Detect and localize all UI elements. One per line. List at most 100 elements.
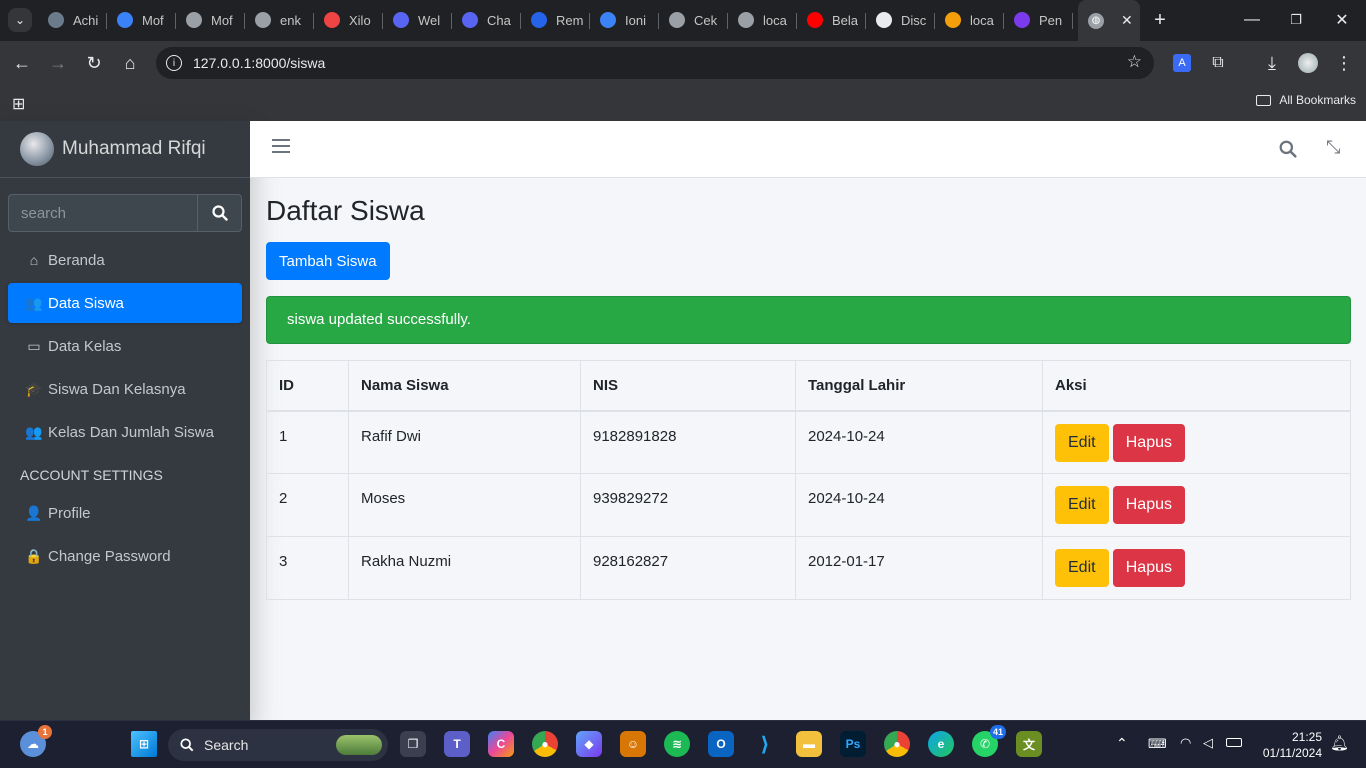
all-bookmarks-button[interactable]: All Bookmarks [1256, 93, 1356, 107]
profile-avatar[interactable] [1296, 51, 1320, 75]
vscode-icon[interactable]: ⟩ [752, 731, 778, 757]
extensions-icon[interactable]: ⧉ [1206, 51, 1230, 75]
chrome-icon[interactable]: ● [532, 731, 558, 757]
keyboard-icon[interactable]: ⌨ [1148, 736, 1167, 752]
browser-tab[interactable]: Wel [383, 4, 452, 36]
tab-separator [1072, 13, 1073, 29]
edge-icon[interactable]: e [928, 731, 954, 757]
browser-tab[interactable]: Mof [176, 4, 245, 36]
sidebar-item-data-kelas[interactable]: ▭ Data Kelas [8, 326, 242, 366]
chrome-profile-icon[interactable]: ● [884, 731, 910, 757]
file-explorer-icon[interactable]: ▬ [796, 731, 822, 757]
url-text: 127.0.0.1:8000/siswa [193, 55, 326, 71]
edit-button[interactable]: Edit [1055, 423, 1109, 462]
cell-nis: 928162827 [580, 536, 796, 600]
game-icon[interactable]: ☺ [620, 731, 646, 757]
close-window-icon[interactable]: ✕ [1330, 8, 1354, 32]
wifi-icon[interactable]: ◠ [1180, 735, 1191, 751]
sidebar-item-beranda[interactable]: ⌂ Beranda [8, 240, 242, 280]
clock[interactable]: 21:25 01/11/2024 [1263, 729, 1322, 761]
user-panel[interactable]: Muhammad Rifqi [0, 121, 250, 178]
youtube-icon [807, 12, 823, 28]
start-icon[interactable]: ⊞ [131, 731, 157, 757]
back-icon[interactable]: ← [10, 51, 34, 75]
sidebar-item-profile[interactable]: 👤 Profile [8, 493, 242, 533]
close-tab-icon[interactable]: ✕ [1121, 12, 1133, 29]
tray-chevron-icon[interactable]: ⌃ [1116, 735, 1128, 752]
browser-tab[interactable]: loca [728, 4, 797, 36]
apps-grid-icon[interactable]: ⊞ [12, 94, 25, 114]
photoshop-icon[interactable]: Ps [840, 731, 866, 757]
battery-icon[interactable] [1226, 738, 1242, 747]
avatar [20, 132, 54, 166]
laravel-icon [738, 12, 754, 28]
download-icon[interactable]: ⤓ [1260, 51, 1284, 75]
fullscreen-icon[interactable]: ⤡ [1326, 137, 1340, 158]
browser-tab[interactable]: Rem [521, 4, 590, 36]
sidebar-nav: ⌂ Beranda 👥 Data Siswa ▭ Data Kelas 🎓 Si… [8, 240, 242, 579]
browser-tab[interactable]: Cha [452, 4, 521, 36]
spotify-icon[interactable]: ≋ [664, 731, 690, 757]
column-header-nis: NIS [580, 360, 796, 412]
menu-icon[interactable]: ⋮ [1332, 51, 1356, 75]
outlook-icon[interactable]: O [708, 731, 734, 757]
taskbar-search[interactable]: Search [168, 729, 388, 761]
browser-tab[interactable]: Disc [866, 4, 935, 36]
home-icon[interactable]: ⌂ [118, 51, 142, 75]
site-info-icon[interactable]: i [166, 55, 182, 71]
browser-tab[interactable]: Ioni [590, 4, 659, 36]
minimize-icon[interactable]: — [1240, 8, 1264, 32]
search-highlight-icon [336, 735, 382, 755]
teams-icon[interactable]: T [444, 731, 470, 757]
browser-tab[interactable]: Achi [38, 4, 107, 36]
sidebar: Muhammad Rifqi ⌂ Beranda 👥 Data Siswa ▭ … [0, 121, 250, 720]
edit-button[interactable]: Edit [1055, 549, 1109, 587]
app-icon [48, 12, 64, 28]
notification-bell-icon[interactable]: 🔔︎ [1330, 734, 1349, 752]
active-tab[interactable]: ◍ ✕ [1078, 0, 1140, 41]
search-icon[interactable] [1279, 140, 1297, 158]
sidebar-item-kelas-dan-jumlah-siswa[interactable]: 👥 Kelas Dan Jumlah Siswa [8, 412, 242, 452]
search-button[interactable] [197, 194, 242, 232]
browser-tab[interactable]: Cek [659, 4, 728, 36]
sidebar-item-data-siswa[interactable]: 👥 Data Siswa [8, 283, 242, 323]
weather-icon[interactable]: ☁ 1 [20, 725, 52, 757]
search-input[interactable] [8, 194, 197, 232]
browser-tab[interactable]: Xilo [314, 4, 383, 36]
browser-tab[interactable]: Mof [107, 4, 176, 36]
maximize-icon[interactable]: ❐ [1284, 8, 1308, 32]
edit-button[interactable]: Edit [1055, 486, 1109, 524]
browser-tab[interactable]: Pen [1004, 4, 1073, 36]
new-tab-button[interactable]: + [1148, 8, 1172, 32]
add-siswa-button[interactable]: Tambah Siswa [266, 242, 390, 280]
reload-icon[interactable]: ↻ [82, 51, 106, 75]
delete-button[interactable]: Hapus [1112, 549, 1185, 587]
app-icon[interactable]: ◆ [576, 731, 602, 757]
delete-button[interactable]: Hapus [1112, 423, 1185, 462]
column-header-tanggal-lahir: Tanggal Lahir [795, 360, 1043, 412]
address-bar[interactable]: i 127.0.0.1:8000/siswa ☆ [156, 47, 1154, 79]
sidebar-item-change-password[interactable]: 🔒 Change Password [8, 536, 242, 576]
volume-icon[interactable]: ◁ [1203, 735, 1213, 751]
time-text: 21:25 [1291, 730, 1322, 744]
task-view-icon[interactable]: ❐ [400, 731, 426, 757]
sidebar-search [8, 194, 242, 232]
whatsapp-icon[interactable]: ✆ 41 [972, 725, 1006, 757]
cell-id: 2 [266, 473, 349, 537]
forward-icon[interactable]: → [46, 51, 70, 75]
copilot-icon[interactable]: C [488, 731, 514, 757]
hamburger-menu-icon[interactable] [272, 139, 290, 153]
tab-search-button[interactable]: ⌄ [8, 8, 32, 32]
bookmark-star-icon[interactable]: ☆ [1127, 52, 1142, 72]
chalkboard-icon: ▭ [27, 337, 41, 354]
browser-tab[interactable]: loca [935, 4, 1004, 36]
tab-label: loca [970, 12, 994, 28]
sidebar-item-siswa-dan-kelasnya[interactable]: 🎓 Siswa Dan Kelasnya [8, 369, 242, 409]
browser-tab[interactable]: Bela [797, 4, 866, 36]
delete-button[interactable]: Hapus [1112, 486, 1185, 524]
translate-extension-icon[interactable]: A [1170, 51, 1194, 75]
browser-tab[interactable]: enk [245, 4, 314, 36]
translate-app-icon[interactable]: 文 [1016, 731, 1042, 757]
cell-dob: 2012-01-17 [795, 536, 1043, 600]
folder-icon [1256, 94, 1272, 106]
